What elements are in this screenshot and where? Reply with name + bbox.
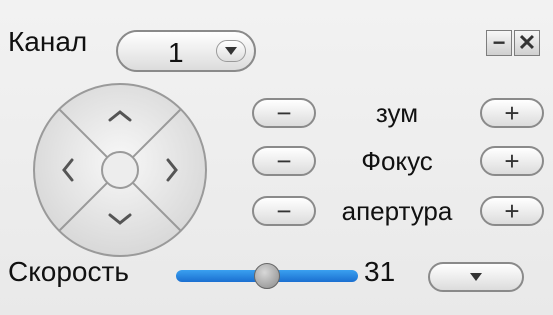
speed-label: Скорость: [8, 256, 129, 287]
minimize-button[interactable]: −: [486, 30, 512, 56]
channel-label: Канал: [8, 26, 88, 57]
chevron-down-icon[interactable]: [216, 40, 246, 62]
zoom-row: − зум +: [252, 96, 546, 130]
focus-label: Фокус: [361, 146, 433, 176]
ptz-center-button[interactable]: [101, 151, 139, 189]
aperture-plus-button[interactable]: +: [480, 196, 544, 226]
channel-value: 1: [168, 37, 184, 68]
speed-slider[interactable]: [176, 262, 358, 290]
aperture-row: − апертура +: [252, 194, 546, 228]
aperture-label: апертура: [341, 196, 453, 226]
zoom-label: зум: [375, 98, 419, 128]
speed-value: 31: [364, 256, 396, 287]
ptz-control-panel: Канал 1 − ✕ − зум + − Фокус + − апертура…: [0, 0, 553, 315]
speed-slider-thumb[interactable]: [254, 263, 280, 289]
focus-minus-button[interactable]: −: [252, 146, 316, 176]
focus-plus-button[interactable]: +: [480, 146, 544, 176]
channel-select[interactable]: 1: [116, 30, 256, 72]
speed-preset-dropdown[interactable]: [428, 262, 524, 292]
zoom-plus-button[interactable]: +: [480, 98, 544, 128]
zoom-minus-button[interactable]: −: [252, 98, 316, 128]
aperture-minus-button[interactable]: −: [252, 196, 316, 226]
ptz-pad: [33, 83, 207, 257]
focus-row: − Фокус +: [252, 144, 546, 178]
close-button[interactable]: ✕: [514, 30, 540, 56]
dropdown-arrow-icon: [470, 273, 482, 281]
